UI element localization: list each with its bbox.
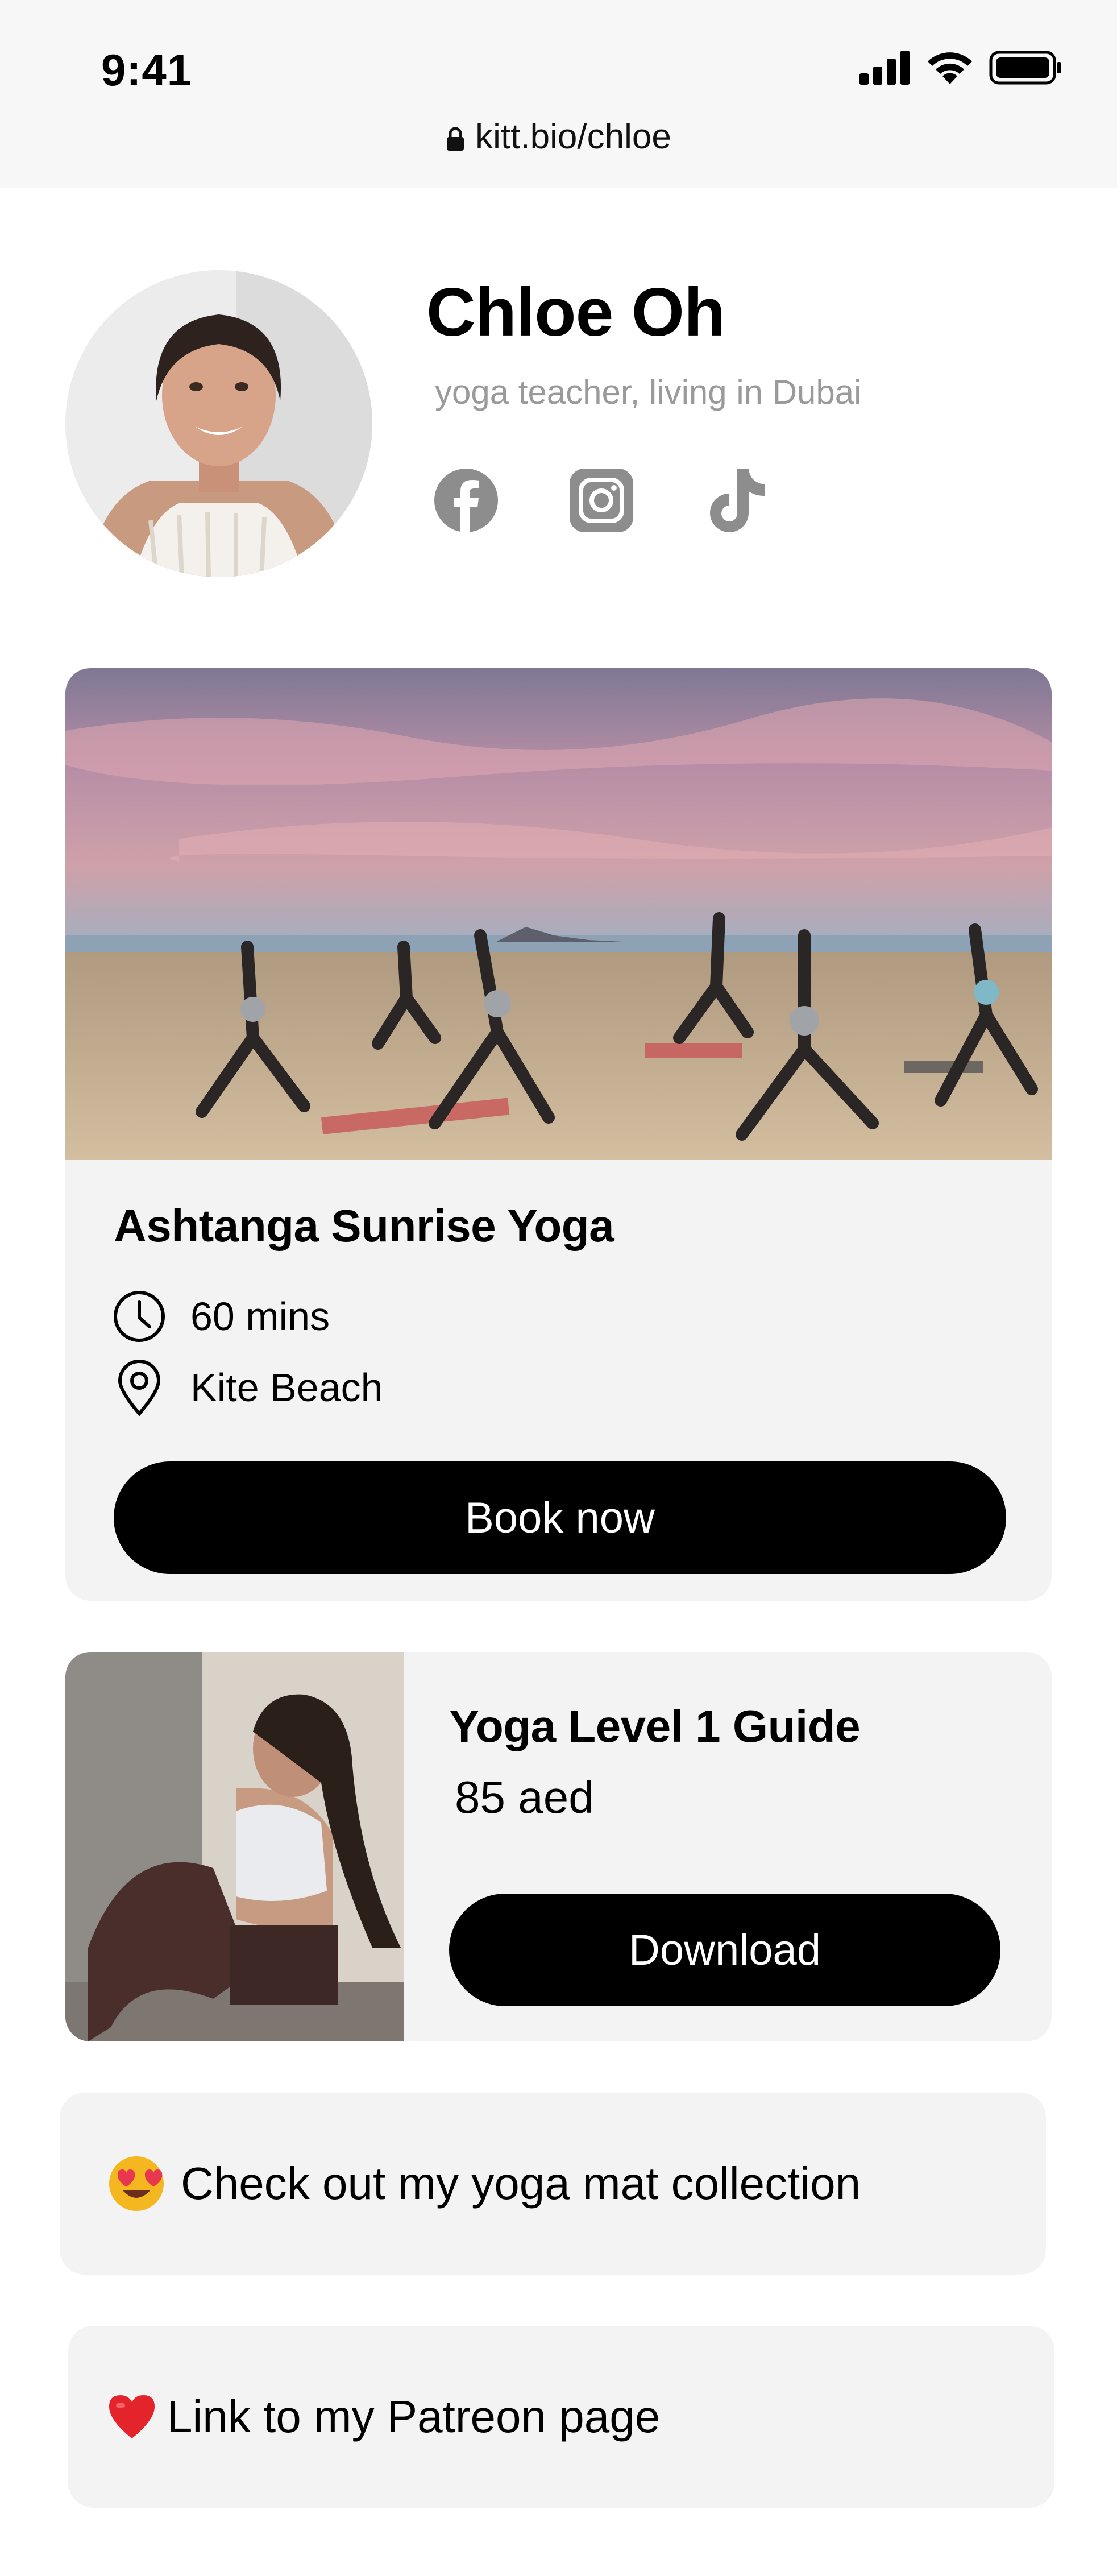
battery-icon bbox=[989, 51, 1061, 85]
product-title: Yoga Level 1 Guide bbox=[449, 1701, 861, 1751]
tiktok-icon[interactable] bbox=[703, 466, 771, 535]
product-thumbnail bbox=[65, 1652, 404, 2041]
link-label: Link to my Patreon page bbox=[167, 2391, 661, 2442]
cellular-signal-icon bbox=[859, 51, 910, 85]
product-price: 85 aed bbox=[455, 1772, 594, 1823]
product-card: Yoga Level 1 Guide 85 aed Download bbox=[65, 1652, 1052, 2041]
heart-eyes-emoji-icon bbox=[108, 2155, 165, 2212]
link-yoga-mat-collection[interactable]: Check out my yoga mat collection bbox=[60, 2093, 1046, 2275]
address-bar[interactable]: kitt.bio/chloe bbox=[0, 117, 1117, 160]
event-card: Ashtanga Sunrise Yoga 60 mins Kite Beach… bbox=[65, 668, 1052, 1601]
red-heart-emoji-icon bbox=[108, 2394, 156, 2440]
avatar bbox=[65, 270, 372, 577]
book-now-button[interactable]: Book now bbox=[114, 1461, 1006, 1574]
facebook-icon[interactable] bbox=[432, 466, 500, 535]
location-pin-icon bbox=[111, 1359, 168, 1416]
link-patreon-page[interactable]: Link to my Patreon page bbox=[68, 2326, 1054, 2508]
profile-bio: yoga teacher, living in Dubai bbox=[435, 373, 862, 411]
event-duration: 60 mins bbox=[111, 1288, 330, 1345]
event-title: Ashtanga Sunrise Yoga bbox=[114, 1200, 614, 1251]
event-hero-image bbox=[65, 668, 1052, 1160]
wifi-icon bbox=[928, 52, 972, 84]
lock-icon bbox=[446, 120, 465, 160]
link-label: Check out my yoga mat collection bbox=[181, 2158, 861, 2209]
instagram-icon[interactable] bbox=[567, 466, 636, 535]
event-duration-text: 60 mins bbox=[190, 1294, 330, 1339]
browser-status-bar: 9:41 kitt.bio/chloe bbox=[0, 0, 1117, 188]
url-text: kitt.bio/chloe bbox=[475, 117, 671, 156]
clock: 9:41 bbox=[101, 45, 193, 95]
event-location: Kite Beach bbox=[111, 1359, 383, 1416]
profile-name: Chloe Oh bbox=[426, 274, 725, 350]
clock-icon bbox=[111, 1288, 168, 1345]
event-location-text: Kite Beach bbox=[190, 1365, 383, 1410]
download-button[interactable]: Download bbox=[449, 1894, 1000, 2006]
social-links bbox=[432, 466, 771, 535]
status-icons bbox=[859, 50, 1063, 85]
